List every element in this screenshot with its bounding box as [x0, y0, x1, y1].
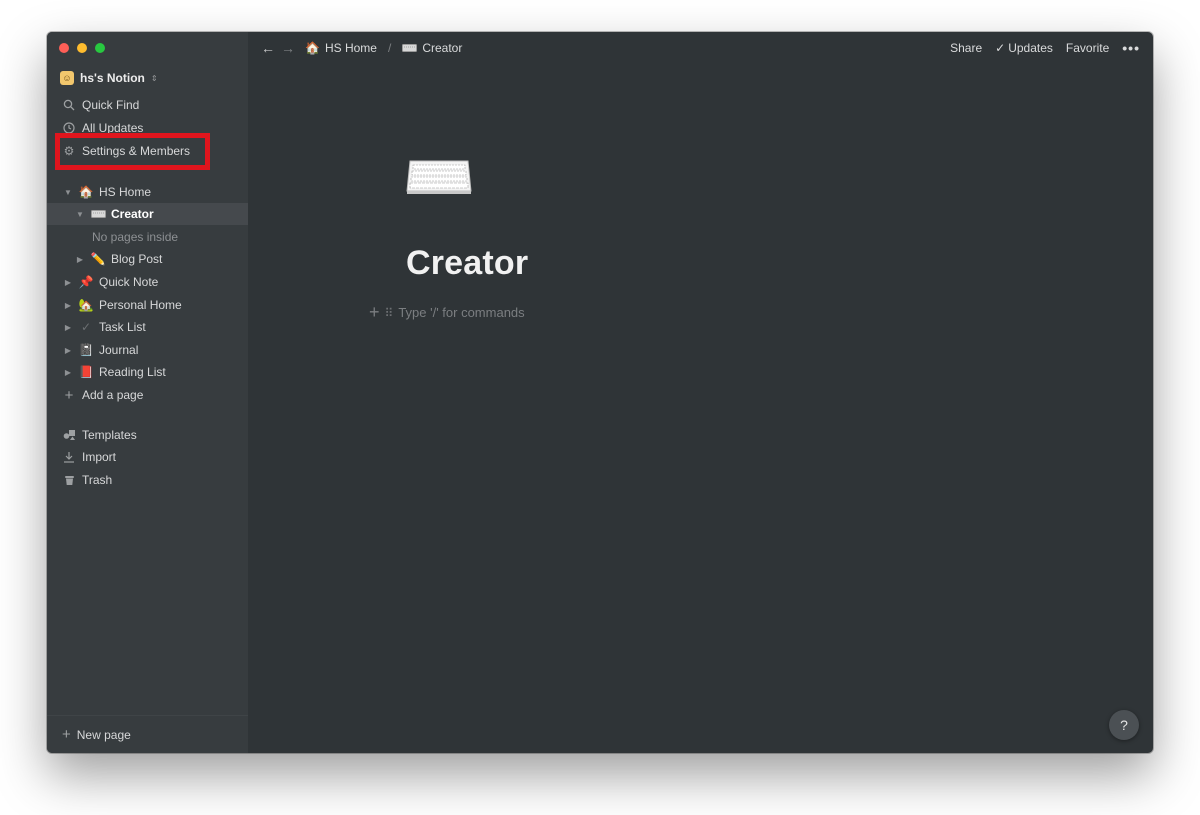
minimize-window-button[interactable] [77, 43, 87, 53]
empty-hint-label: No pages inside [92, 230, 179, 244]
toggle-collapsed-icon[interactable]: ▶ [62, 368, 74, 377]
workspace-name: hs's Notion [80, 71, 145, 85]
page-title[interactable]: Creator [406, 244, 528, 283]
sidebar-item-personal-home[interactable]: ▶ 🏡 Personal Home [47, 294, 248, 316]
back-arrow-icon[interactable]: ← [261, 40, 275, 56]
plus-icon: + [64, 386, 74, 404]
search-icon [62, 98, 76, 112]
toggle-collapsed-icon[interactable]: ▶ [74, 255, 86, 264]
sidebar-item-trash[interactable]: Trash [47, 469, 248, 491]
toggle-expanded-icon[interactable]: ▼ [74, 210, 86, 219]
house-icon: 🏠 [78, 185, 94, 199]
switcher-caret-icon: ⇕ [150, 73, 158, 83]
sidebar-item-label: HS Home [99, 185, 152, 199]
house-garden-icon: 🏡 [78, 298, 94, 312]
zoom-window-button[interactable] [95, 43, 105, 53]
sidebar-item-quick-note[interactable]: ▶ 📌 Quick Note [47, 271, 248, 293]
keyboard-small-icon [402, 41, 418, 55]
empty-block[interactable]: + ⠿ Type '/' for commands [369, 302, 525, 323]
pushpin-icon: 📌 [78, 275, 94, 289]
breadcrumb-label: HS Home [324, 40, 377, 55]
block-placeholder: Type '/' for commands [398, 305, 525, 320]
breadcrumb: 🏠 HS Home / Creator [305, 41, 462, 55]
sidebar-item-blog-post[interactable]: ▶ ✏️ Blog Post [47, 248, 248, 270]
forward-arrow-icon[interactable]: → [281, 40, 295, 56]
checkmark-icon: ✓ [995, 40, 1006, 55]
add-block-icon[interactable]: + [369, 302, 380, 323]
sidebar-item-all-updates[interactable]: All Updates [47, 117, 248, 139]
red-book-icon: 📕 [78, 365, 94, 379]
drag-handle-icon[interactable]: ⠿ [385, 306, 394, 320]
help-button[interactable]: ? [1109, 710, 1139, 740]
clock-icon [62, 121, 76, 135]
sidebar-item-label: Add a page [82, 388, 144, 402]
sidebar-item-import[interactable]: Import [47, 446, 248, 468]
breadcrumb-item-current[interactable]: Creator [402, 41, 462, 55]
checkmark-icon: ✓ [80, 320, 92, 334]
close-window-button[interactable] [59, 43, 69, 53]
more-options-button[interactable]: ••• [1122, 40, 1140, 56]
sidebar-item-task-list[interactable]: ▶ ✓ Task List [47, 316, 248, 338]
plus-icon: + [62, 726, 71, 743]
sidebar-item-hs-home[interactable]: ▼ 🏠 HS Home [47, 181, 248, 203]
add-page-button[interactable]: + Add a page [47, 384, 248, 406]
gear-icon: ⚙ [63, 144, 75, 158]
breadcrumb-separator: / [387, 40, 392, 55]
sidebar-item-label: Settings & Members [82, 144, 191, 158]
toggle-collapsed-icon[interactable]: ▶ [62, 301, 74, 310]
sidebar-item-label: Trash [82, 473, 113, 487]
sidebar-item-settings[interactable]: ⚙ Settings & Members [47, 140, 248, 162]
import-icon [62, 450, 76, 464]
sidebar-item-label: All Updates [82, 121, 144, 135]
templates-icon [62, 428, 76, 442]
toggle-collapsed-icon[interactable]: ▶ [62, 346, 74, 355]
sidebar-item-label: Personal Home [99, 298, 182, 312]
sidebar: ☺ hs's Notion ⇕ Quick Find All Updates ⚙… [47, 32, 248, 753]
trash-icon [62, 473, 76, 487]
workspace-switcher[interactable]: ☺ hs's Notion ⇕ [60, 71, 158, 85]
sidebar-item-label: Reading List [99, 365, 166, 379]
workspace-avatar-icon: ☺ [60, 71, 74, 85]
toggle-collapsed-icon[interactable]: ▶ [62, 323, 74, 332]
new-page-button[interactable]: + New page [47, 715, 248, 753]
window-controls [59, 43, 105, 53]
share-button[interactable]: Share [950, 41, 982, 55]
app-window: ☺ hs's Notion ⇕ Quick Find All Updates ⚙… [47, 32, 1153, 753]
breadcrumb-item-home[interactable]: 🏠 HS Home [305, 41, 377, 55]
toggle-collapsed-icon[interactable]: ▶ [62, 278, 74, 287]
notebook-icon: 📓 [78, 343, 94, 357]
sidebar-item-creator[interactable]: ▼ Creator [47, 203, 248, 225]
sidebar-item-label: Journal [99, 343, 139, 357]
keyboard-small-icon [90, 210, 106, 218]
sidebar-item-label: Quick Find [82, 98, 140, 112]
keyboard-icon[interactable] [406, 159, 472, 195]
sidebar-item-label: Import [82, 450, 117, 464]
sidebar-item-label: Blog Post [111, 252, 163, 266]
sidebar-item-label: Templates [82, 428, 137, 442]
sidebar-item-label: Quick Note [99, 275, 159, 289]
sidebar-item-templates[interactable]: Templates [47, 424, 248, 446]
sidebar-item-reading-list[interactable]: ▶ 📕 Reading List [47, 361, 248, 383]
sidebar-item-label: Task List [99, 320, 146, 334]
favorite-button[interactable]: Favorite [1066, 41, 1109, 55]
sidebar-item-journal[interactable]: ▶ 📓 Journal [47, 339, 248, 361]
sidebar-item-label: Creator [111, 207, 154, 221]
house-icon: 🏠 [305, 40, 320, 55]
breadcrumb-label: Creator [422, 40, 463, 55]
sidebar-empty-hint: No pages inside [47, 226, 248, 248]
top-actions: Share ✓ Updates Favorite ••• [950, 32, 1140, 63]
pencil-icon: ✏️ [90, 252, 106, 266]
sidebar-item-quick-find[interactable]: Quick Find [47, 94, 248, 116]
updates-button[interactable]: ✓ Updates [995, 41, 1053, 55]
new-page-label: New page [76, 727, 131, 742]
topbar: ← → 🏠 HS Home / Creator Share ✓ Updates F… [248, 32, 1153, 63]
updates-label: Updates [1008, 40, 1053, 55]
toggle-expanded-icon[interactable]: ▼ [62, 188, 74, 197]
